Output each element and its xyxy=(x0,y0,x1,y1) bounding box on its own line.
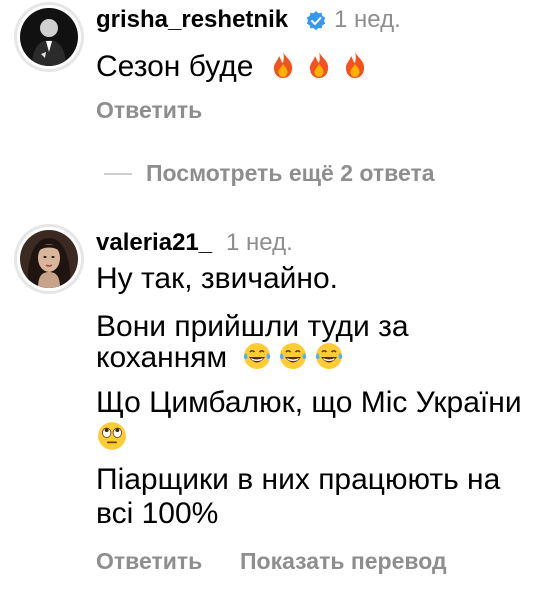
avatar-image xyxy=(20,230,78,288)
verified-badge-icon xyxy=(306,11,326,31)
fire-emoji-icon xyxy=(273,52,292,78)
comment-text-line: Сезон буде xyxy=(96,50,254,83)
tears-of-joy-emoji-icon xyxy=(315,343,342,369)
eye-roll-emoji-icon xyxy=(98,422,126,450)
fire-emoji-icon xyxy=(309,52,328,78)
fire-emoji-icon xyxy=(345,52,364,78)
reply-button[interactable]: Ответить xyxy=(96,548,202,575)
comment-text-line: Вони прийшли туди за xyxy=(96,310,409,343)
comment-text-line: Піарщики в них працюють на xyxy=(96,463,501,496)
comment-text: коханням xyxy=(96,341,344,375)
comment-username[interactable]: valeria21_ xyxy=(96,229,212,257)
comment-text: Сезон буде xyxy=(96,50,370,84)
comment-text-line: Що Цимбалюк, що Міс України xyxy=(96,386,522,419)
avatar-grisha[interactable] xyxy=(14,2,84,72)
comment-text-line: всі 100% xyxy=(96,497,219,530)
comment-username[interactable]: grisha_reshetnik xyxy=(96,6,288,34)
avatar-valeria[interactable] xyxy=(14,224,84,294)
comment-text-line: Ну так, звичайно. xyxy=(96,262,338,295)
replies-divider xyxy=(104,173,132,175)
tears-of-joy-emoji-icon xyxy=(243,343,270,369)
show-translation-button[interactable]: Показать перевод xyxy=(240,548,447,575)
comment-text-line: коханням xyxy=(96,341,228,374)
comment-timestamp: 1 нед. xyxy=(334,6,401,33)
reply-button[interactable]: Ответить xyxy=(96,97,202,124)
view-more-replies-button[interactable]: Посмотреть ещё 2 ответа xyxy=(146,160,435,187)
avatar-image xyxy=(20,8,78,66)
tears-of-joy-emoji-icon xyxy=(279,343,306,369)
comment-timestamp: 1 нед. xyxy=(226,229,293,256)
